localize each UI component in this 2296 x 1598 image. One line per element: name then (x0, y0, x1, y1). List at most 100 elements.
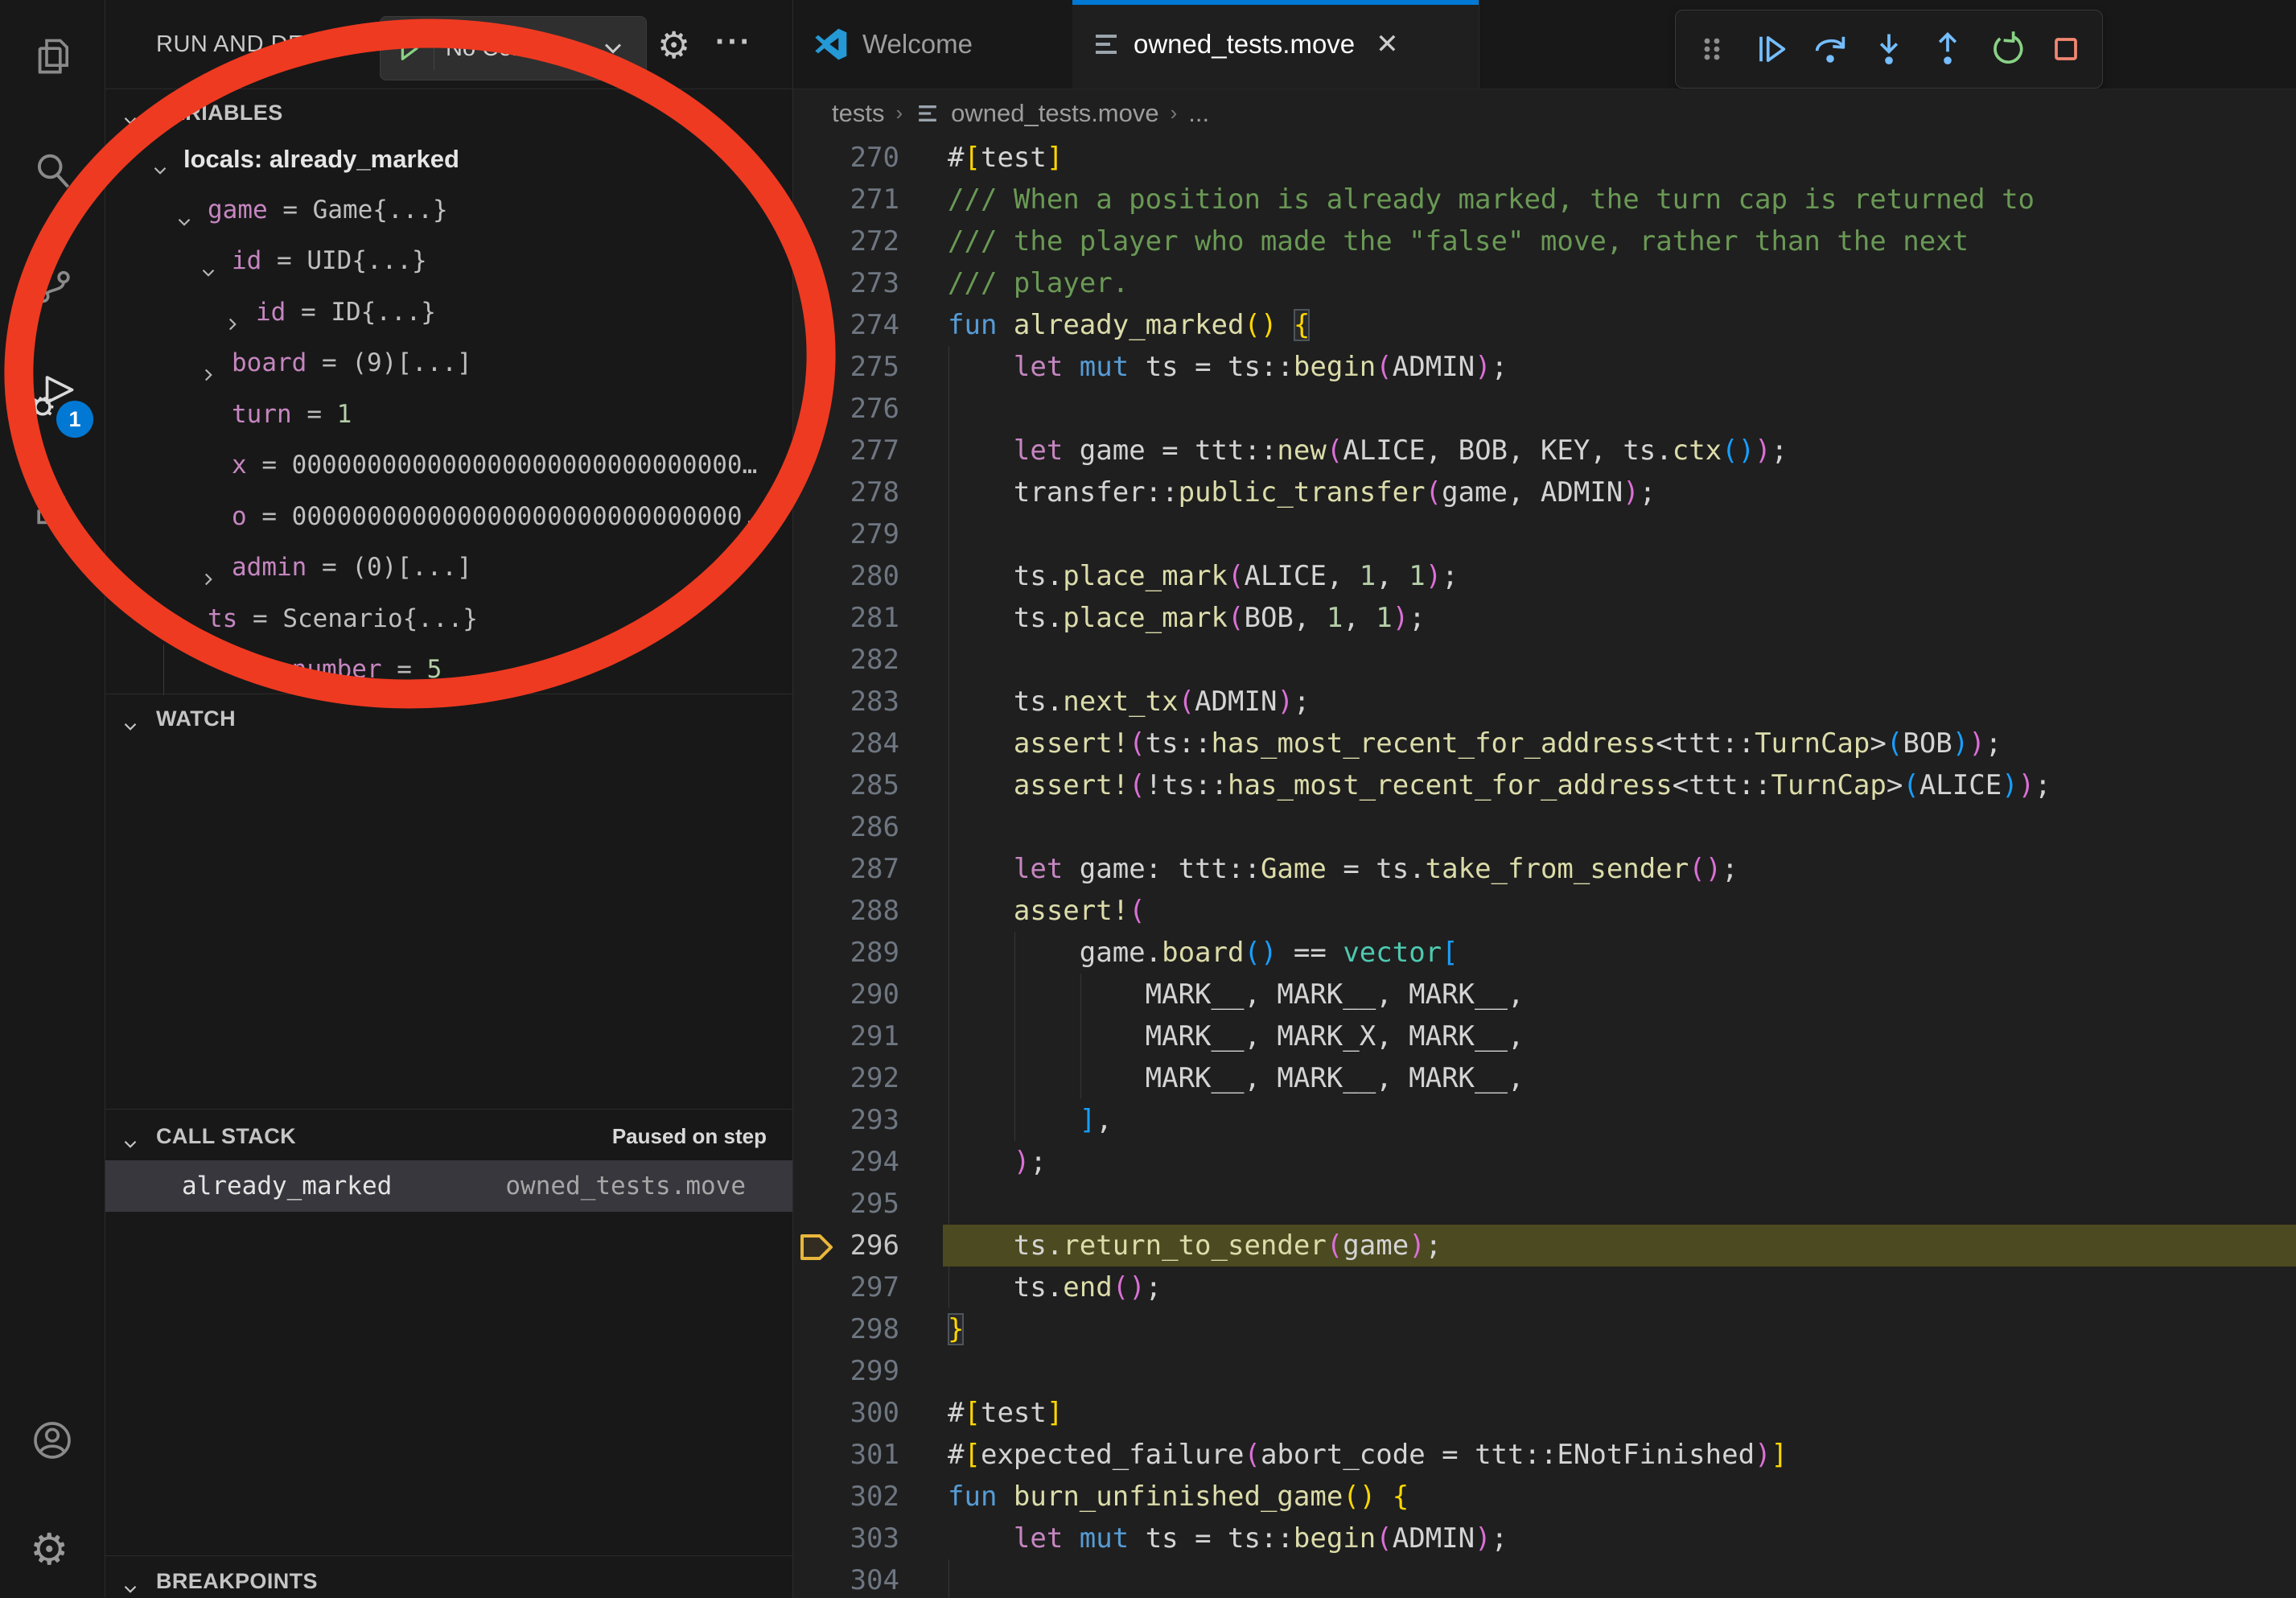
chevron-down-icon[interactable] (174, 608, 195, 645)
code-line[interactable]: 283 ts.next_tx(ADMIN); (793, 681, 2296, 723)
step-over-icon[interactable] (1808, 27, 1853, 72)
line-number[interactable]: 270 (793, 137, 899, 179)
code-line[interactable]: 278 transfer::public_transfer(game, ADMI… (793, 472, 2296, 513)
close-icon[interactable]: ✕ (1376, 28, 1399, 60)
code-line[interactable]: 279 (793, 513, 2296, 555)
line-number[interactable]: 274 (793, 304, 899, 346)
chevron-right-icon[interactable] (198, 557, 219, 593)
code-line[interactable]: 273/// player. (793, 262, 2296, 304)
extensions-button[interactable] (30, 488, 75, 533)
debug-settings-gear-icon[interactable]: ⚙ (657, 0, 690, 89)
variable-row[interactable]: id = ID{...} (105, 287, 792, 338)
more-actions-icon[interactable]: ··· (715, 0, 752, 89)
code-line[interactable]: 284 assert!(ts::has_most_recent_for_addr… (793, 723, 2296, 764)
code-line[interactable]: 275 let mut ts = ts::begin(ADMIN); (793, 346, 2296, 388)
line-number[interactable]: 279 (793, 513, 899, 555)
breadcrumb-item[interactable]: owned_tests.move (951, 99, 1158, 128)
variable-row[interactable]: admin = (0)[...] (105, 542, 792, 593)
variables-scope-row[interactable]: locals: already_marked (105, 134, 792, 184)
line-number[interactable]: 292 (793, 1057, 899, 1099)
breadcrumb-item[interactable]: ... (1188, 99, 1209, 128)
code-line[interactable]: 272/// the player who made the "false" m… (793, 220, 2296, 262)
variable-row[interactable]: o = 000000000000000000000000000000. (105, 492, 792, 542)
code-line[interactable]: 289 game.board() == vector[ (793, 932, 2296, 974)
toolbar-drag-handle[interactable] (1689, 27, 1734, 72)
variable-row[interactable]: turn = 1 (105, 389, 792, 440)
code-line[interactable]: 282 (793, 639, 2296, 681)
line-number[interactable]: 298 (793, 1308, 899, 1350)
start-debug-icon[interactable] (390, 31, 426, 66)
line-number[interactable]: 278 (793, 472, 899, 513)
stop-icon[interactable] (2043, 27, 2088, 72)
line-number[interactable]: 281 (793, 597, 899, 639)
breakpoints-section-header[interactable]: BREAKPOINTS (105, 1559, 792, 1598)
search-button[interactable] (30, 150, 75, 195)
code-line[interactable]: 298} (793, 1308, 2296, 1350)
code-line[interactable]: 302fun burn_unfinished_game() { (793, 1476, 2296, 1518)
chevron-down-icon[interactable] (198, 250, 219, 286)
variables-section-header[interactable]: VARIABLES (105, 91, 792, 134)
continue-icon[interactable] (1748, 27, 1793, 72)
code-line[interactable]: 281 ts.place_mark(BOB, 1, 1); (793, 597, 2296, 639)
settings-button[interactable]: ⚙ (30, 1527, 75, 1572)
code-line[interactable]: 288 assert!( (793, 890, 2296, 932)
line-number[interactable]: 304 (793, 1559, 899, 1598)
code-line[interactable]: 296 ts.return_to_sender(game); (793, 1225, 2296, 1266)
line-number[interactable]: 286 (793, 806, 899, 848)
variable-row[interactable]: id = UID{...} (105, 236, 792, 286)
code-line[interactable]: 303 let mut ts = ts::begin(ADMIN); (793, 1518, 2296, 1559)
code-line[interactable]: 294 ); (793, 1141, 2296, 1183)
restart-icon[interactable] (1985, 27, 2030, 72)
line-number[interactable]: 277 (793, 430, 899, 472)
line-number[interactable]: 289 (793, 932, 899, 974)
code-line[interactable]: 292 MARK__, MARK__, MARK__, (793, 1057, 2296, 1099)
code-line[interactable]: 277 let game = ttt::new(ALICE, BOB, KEY,… (793, 430, 2296, 472)
step-into-icon[interactable] (1866, 27, 1911, 72)
line-number[interactable]: 280 (793, 555, 899, 597)
line-number[interactable]: 300 (793, 1392, 899, 1434)
line-number[interactable]: 291 (793, 1015, 899, 1057)
variable-row[interactable]: x = 000000000000000000000000000000… (105, 440, 792, 491)
line-number[interactable]: 301 (793, 1434, 899, 1476)
code-line[interactable]: 276 (793, 388, 2296, 430)
variable-row[interactable]: game = Game{...} (105, 185, 792, 236)
tab-welcome[interactable]: Welcome (793, 0, 1073, 89)
variable-row[interactable]: ts = Scenario{...} (105, 594, 792, 645)
line-number[interactable]: 302 (793, 1476, 899, 1518)
debug-config-dropdown[interactable]: No Configur… (380, 16, 647, 80)
line-number[interactable]: 271 (793, 179, 899, 220)
code-line[interactable]: 287 let game: ttt::Game = ts.take_from_s… (793, 848, 2296, 890)
variable-row[interactable]: board = (9)[...] (105, 338, 792, 389)
step-out-icon[interactable] (1925, 27, 1970, 72)
code-line[interactable]: 290 MARK__, MARK__, MARK__, (793, 974, 2296, 1015)
code-line[interactable]: 286 (793, 806, 2296, 848)
line-number[interactable]: 295 (793, 1183, 899, 1225)
code-line[interactable]: 301#[expected_failure(abort_code = ttt::… (793, 1434, 2296, 1476)
watch-section-header[interactable]: WATCH (105, 697, 792, 740)
code-line[interactable]: 295 (793, 1183, 2296, 1225)
line-number[interactable]: 276 (793, 388, 899, 430)
line-number[interactable]: 303 (793, 1518, 899, 1559)
code-line[interactable]: 299 (793, 1350, 2296, 1392)
code-line[interactable]: 293 ], (793, 1099, 2296, 1141)
line-number[interactable]: 284 (793, 723, 899, 764)
explorer-button[interactable] (30, 34, 75, 79)
line-number[interactable]: 282 (793, 639, 899, 681)
chevron-right-icon[interactable] (222, 302, 243, 338)
source-control-button[interactable] (30, 262, 75, 307)
line-number[interactable]: 288 (793, 890, 899, 932)
code-line[interactable]: 270#[test] (793, 137, 2296, 179)
code-line[interactable]: 274fun already_marked() { (793, 304, 2296, 346)
line-number[interactable]: 285 (793, 764, 899, 806)
variable-row[interactable]: txn_number = 5 (105, 645, 792, 695)
chevron-down-icon[interactable] (150, 148, 171, 184)
line-number[interactable]: 283 (793, 681, 899, 723)
code-line[interactable]: 271/// When a position is already marked… (793, 179, 2296, 220)
code-line[interactable]: 291 MARK__, MARK_X, MARK__, (793, 1015, 2296, 1057)
code-line[interactable]: 304 (793, 1559, 2296, 1598)
line-number[interactable]: 272 (793, 220, 899, 262)
line-number[interactable]: 275 (793, 346, 899, 388)
chevron-down-icon[interactable] (174, 200, 195, 236)
code-line[interactable]: 300#[test] (793, 1392, 2296, 1434)
breadcrumb-item[interactable]: tests (832, 99, 884, 128)
